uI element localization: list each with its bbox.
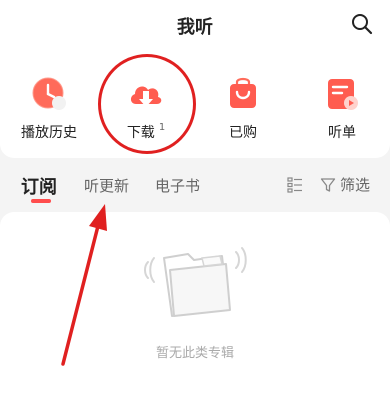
feature-label: 已购 (229, 125, 257, 141)
feature-label: 听单 (328, 125, 356, 141)
list-view-icon[interactable] (287, 177, 303, 193)
active-tab-indicator (31, 199, 51, 203)
tab-ebooks[interactable]: 电子书 (155, 175, 200, 196)
feature-label: 播放历史 (21, 125, 77, 141)
filter-button[interactable]: 筛选 (320, 174, 370, 195)
highlight-circle (98, 54, 196, 154)
page-title: 我听 (177, 17, 213, 38)
playlist-icon (322, 74, 362, 114)
feature-playlist[interactable]: 听单 (302, 74, 382, 144)
filter-icon (320, 177, 336, 192)
filter-label: 筛选 (340, 176, 371, 194)
feature-purchased[interactable]: 已购 (203, 74, 283, 144)
feature-history[interactable]: 播放历史 (9, 74, 89, 144)
search-icon[interactable] (350, 12, 374, 36)
purchased-bag-icon (223, 74, 263, 114)
annotation-arrow (61, 204, 107, 366)
history-icon (29, 74, 69, 114)
tab-subscribe[interactable]: 订阅 (21, 173, 57, 199)
empty-folder-icon (140, 236, 250, 322)
tab-updates[interactable]: 听更新 (84, 175, 129, 196)
